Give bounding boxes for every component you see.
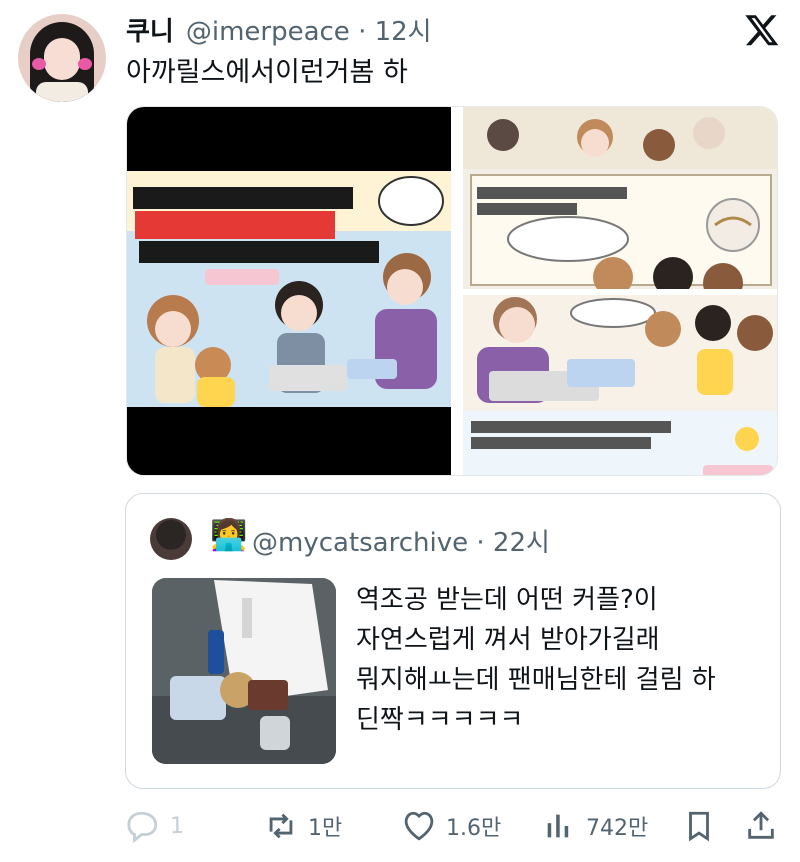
retweet-icon bbox=[269, 813, 293, 839]
avatar-cheek-right bbox=[78, 58, 92, 70]
views-button[interactable]: 742만 bbox=[542, 808, 648, 844]
person-emoji-icon: 👩‍💻 bbox=[210, 518, 248, 553]
views-icon bbox=[547, 814, 569, 838]
author-avatar[interactable] bbox=[18, 14, 106, 102]
avatar-cheek-left bbox=[32, 58, 46, 70]
reply-count: 1 bbox=[170, 813, 184, 839]
view-count: 742만 bbox=[586, 816, 649, 841]
quoted-photo[interactable] bbox=[152, 578, 336, 764]
like-count: 1.6만 bbox=[446, 816, 502, 841]
heart-icon bbox=[404, 811, 434, 841]
comic-image-2[interactable] bbox=[463, 107, 777, 303]
x-logo-icon[interactable] bbox=[744, 12, 780, 48]
quoted-text: 역조공 받는데 어떤 커플?이 자연스럽게 껴서 받아가길래 뭐지해ㅛ는데 팬매… bbox=[356, 585, 716, 735]
share-button[interactable] bbox=[744, 808, 778, 844]
retweet-button[interactable]: 1만 bbox=[264, 808, 342, 844]
tweet-header: 쿠니 @imerpeace · 12시 bbox=[126, 11, 432, 48]
tweet-media[interactable] bbox=[126, 106, 778, 476]
avatar-face bbox=[44, 38, 80, 80]
share-icon bbox=[748, 811, 774, 839]
quoted-author-avatar[interactable] bbox=[150, 518, 192, 560]
bookmark-icon bbox=[689, 811, 709, 842]
tweet-actions: 1 1만 1.6만 742만 bbox=[126, 800, 780, 850]
quoted-handle-time[interactable]: @mycatsarchive · 22시 bbox=[252, 522, 550, 559]
reply-icon bbox=[127, 811, 158, 843]
comic-image-1[interactable] bbox=[127, 107, 451, 475]
retweet-count: 1만 bbox=[308, 816, 343, 841]
like-button[interactable]: 1.6만 bbox=[402, 808, 501, 844]
avatar-shirt bbox=[36, 82, 88, 102]
quoted-tweet[interactable]: 👩‍💻 @mycatsarchive · 22시 역조공 받는데 어떤 커플?이… bbox=[125, 493, 781, 789]
author-handle-time[interactable]: @imerpeace · 12시 bbox=[186, 11, 432, 48]
reply-button[interactable]: 1 bbox=[126, 808, 184, 844]
display-name[interactable]: 쿠니 bbox=[126, 11, 174, 48]
tweet-text: 아까릴스에서이런거봄 하 bbox=[126, 57, 408, 88]
bookmark-button[interactable] bbox=[682, 808, 716, 844]
comic-image-3[interactable] bbox=[463, 295, 777, 475]
